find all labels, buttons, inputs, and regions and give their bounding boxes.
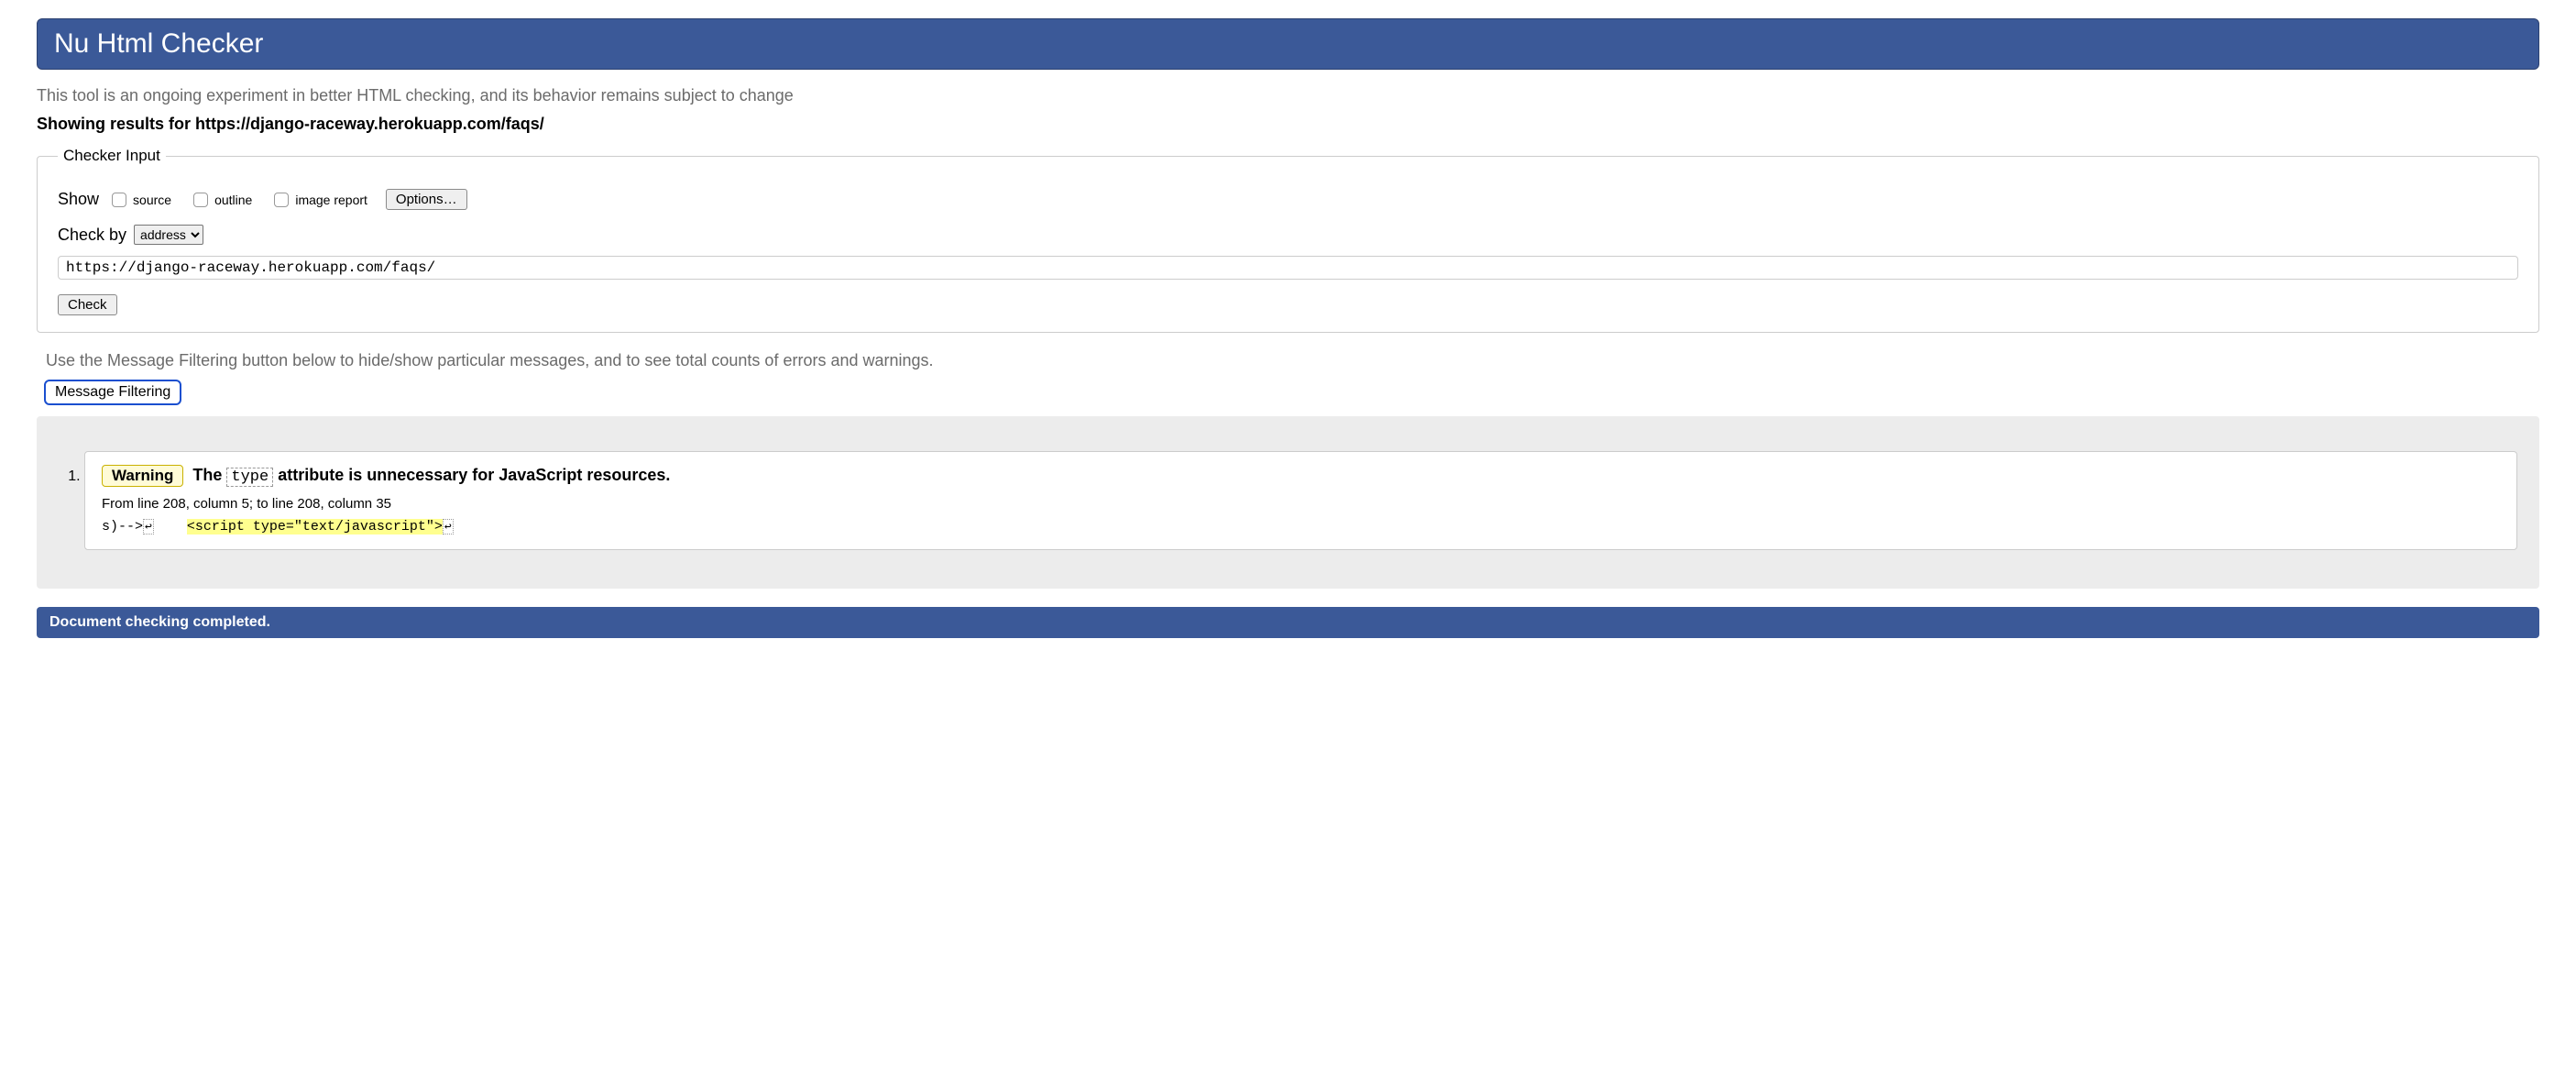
intro-text: This tool is an ongoing experiment in be… [37, 86, 2539, 105]
results-for-url: https://django-raceway.herokuapp.com/faq… [195, 115, 544, 133]
checkby-label: Check by [58, 226, 126, 245]
message-text-before: The [192, 466, 226, 484]
check-button[interactable]: Check [58, 294, 117, 315]
address-input[interactable] [58, 256, 2518, 280]
outline-checkbox-text: outline [214, 193, 252, 207]
page-title: Nu Html Checker [54, 28, 2522, 60]
image-report-checkbox[interactable] [274, 193, 289, 207]
image-report-checkbox-text: image report [295, 193, 367, 207]
outline-checkbox-label[interactable]: outline [190, 190, 252, 210]
show-label: Show [58, 190, 99, 209]
source-checkbox-label[interactable]: source [108, 190, 171, 210]
source-checkbox-text: source [133, 193, 171, 207]
filter-note: Use the Message Filtering button below t… [46, 351, 2539, 370]
message-text: The type attribute is unnecessary for Ja… [192, 466, 670, 486]
results-list: Warning The type attribute is unnecessar… [59, 451, 2517, 550]
checker-input-legend: Checker Input [58, 147, 166, 165]
newline-icon: ↩ [143, 519, 154, 534]
checker-input-fieldset: Checker Input Show source outline image … [37, 147, 2539, 333]
show-row: Show source outline image report Options… [58, 189, 2518, 210]
check-row: Check [58, 294, 2518, 315]
checkby-row: Check by address [58, 225, 2518, 280]
message-heading: Warning The type attribute is unnecessar… [102, 465, 2500, 487]
outline-checkbox[interactable] [193, 193, 208, 207]
results-for-prefix: Showing results for [37, 115, 195, 133]
checkby-select[interactable]: address [134, 225, 203, 245]
message-text-after: attribute is unnecessary for JavaScript … [273, 466, 670, 484]
image-report-checkbox-label[interactable]: image report [270, 190, 367, 210]
results-box: Warning The type attribute is unnecessar… [37, 416, 2539, 589]
results-for: Showing results for https://django-racew… [37, 115, 2539, 134]
snippet-pre: s)--> [102, 519, 143, 534]
message-filtering-button[interactable]: Message Filtering [44, 380, 181, 405]
result-item: Warning The type attribute is unnecessar… [84, 451, 2517, 550]
message-location: From line 208, column 5; to line 208, co… [102, 496, 2500, 512]
header-bar: Nu Html Checker [37, 18, 2539, 70]
message-snippet: s)-->↩ <script type="text/javascript">↩ [102, 519, 2500, 534]
snippet-gap [154, 519, 187, 534]
snippet-highlight: <script type="text/javascript"> [187, 519, 443, 534]
warning-badge: Warning [102, 465, 183, 487]
newline-icon: ↩ [443, 519, 454, 534]
message-code: type [226, 468, 273, 487]
options-button[interactable]: Options… [386, 189, 467, 210]
source-checkbox[interactable] [112, 193, 126, 207]
completed-bar: Document checking completed. [37, 607, 2539, 638]
